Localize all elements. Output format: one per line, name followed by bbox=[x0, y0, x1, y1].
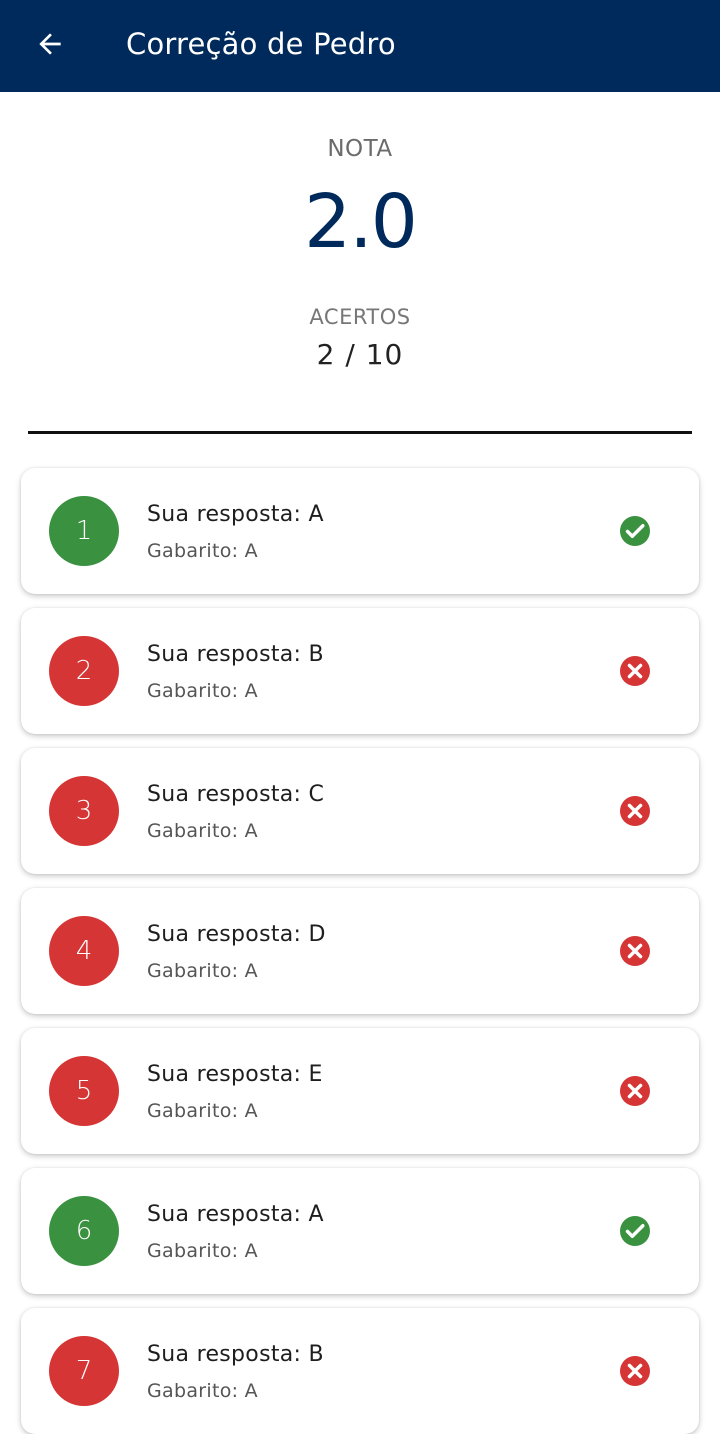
answer-key: Gabarito: A bbox=[147, 820, 258, 842]
answer-key: Gabarito: A bbox=[147, 960, 258, 982]
answer-key: Gabarito: A bbox=[147, 1100, 258, 1122]
correct-count-label: ACERTOS bbox=[309, 305, 411, 329]
question-number: 4 bbox=[49, 916, 119, 986]
x-circle-icon bbox=[620, 796, 650, 826]
answer-key: Gabarito: A bbox=[147, 1380, 258, 1402]
question-card[interactable]: 4 Sua resposta: D Gabarito: A bbox=[21, 888, 699, 1014]
question-number: 6 bbox=[49, 1196, 119, 1266]
answer-key: Gabarito: A bbox=[147, 540, 258, 562]
divider bbox=[28, 431, 692, 434]
check-circle-icon bbox=[620, 516, 650, 546]
correct-count-value: 2 / 10 bbox=[316, 338, 404, 371]
answer-key: Gabarito: A bbox=[147, 1240, 258, 1262]
arrow-left-icon bbox=[39, 33, 61, 55]
student-answer: Sua resposta: D bbox=[147, 922, 326, 947]
question-number: 7 bbox=[49, 1336, 119, 1406]
grade-label: NOTA bbox=[327, 136, 393, 162]
student-answer: Sua resposta: E bbox=[147, 1062, 323, 1087]
student-answer: Sua resposta: C bbox=[147, 782, 325, 807]
question-card[interactable]: 7 Sua resposta: B Gabarito: A bbox=[21, 1308, 699, 1434]
back-button[interactable] bbox=[28, 22, 72, 66]
x-circle-icon bbox=[620, 936, 650, 966]
question-number: 5 bbox=[49, 1056, 119, 1126]
question-number: 2 bbox=[49, 636, 119, 706]
student-answer: Sua resposta: A bbox=[147, 1202, 324, 1227]
check-circle-icon bbox=[620, 1216, 650, 1246]
x-circle-icon bbox=[620, 1356, 650, 1386]
x-circle-icon bbox=[620, 656, 650, 686]
student-answer: Sua resposta: A bbox=[147, 502, 324, 527]
page-title: Correção de Pedro bbox=[126, 27, 396, 61]
question-card[interactable]: 1 Sua resposta: A Gabarito: A bbox=[21, 468, 699, 594]
question-card[interactable]: 3 Sua resposta: C Gabarito: A bbox=[21, 748, 699, 874]
question-card[interactable]: 2 Sua resposta: B Gabarito: A bbox=[21, 608, 699, 734]
student-answer: Sua resposta: B bbox=[147, 1342, 324, 1367]
answer-key: Gabarito: A bbox=[147, 680, 258, 702]
app-bar: Correção de Pedro bbox=[0, 0, 720, 92]
student-answer: Sua resposta: B bbox=[147, 642, 324, 667]
grade-value: 2.0 bbox=[304, 179, 418, 265]
question-number: 3 bbox=[49, 776, 119, 846]
x-circle-icon bbox=[620, 1076, 650, 1106]
question-card[interactable]: 6 Sua resposta: A Gabarito: A bbox=[21, 1168, 699, 1294]
question-number: 1 bbox=[49, 496, 119, 566]
question-card[interactable]: 5 Sua resposta: E Gabarito: A bbox=[21, 1028, 699, 1154]
